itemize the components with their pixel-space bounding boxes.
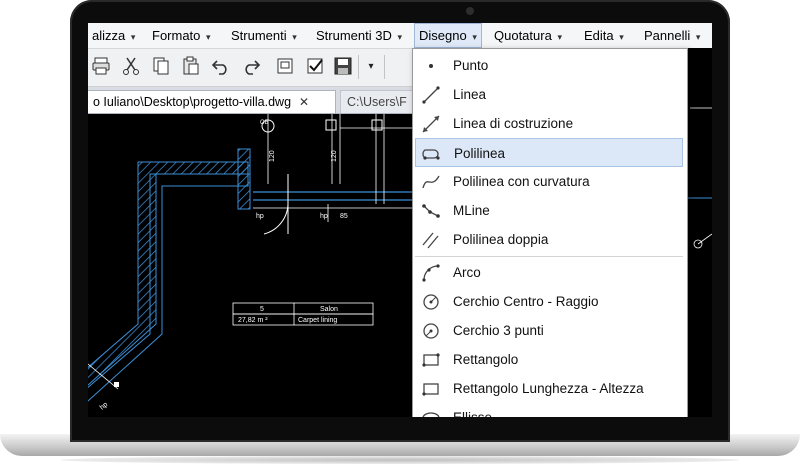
menu-item-label: Cerchio Centro - Raggio — [453, 294, 599, 309]
menu-item-label: Polilinea con curvatura — [453, 174, 590, 189]
construction-line-icon — [422, 115, 440, 133]
menu-item-polilinea-con-curvatura[interactable]: Polilinea con curvatura — [413, 167, 687, 196]
menu-item-label: Polilinea doppia — [453, 232, 549, 247]
menu-item-label: Arco — [453, 265, 481, 280]
room-area: 27,82 m ² — [238, 317, 268, 324]
screen: alizza ▾ Formato ▾ Strumenti ▾ Strumenti… — [88, 23, 712, 417]
menu-bar: alizza ▾ Formato ▾ Strumenti ▾ Strumenti… — [88, 23, 712, 49]
laptop-shadow — [60, 456, 740, 464]
circle-3-points-icon — [423, 323, 439, 339]
menu-item-label: Rettangolo Lunghezza - Altezza — [453, 381, 644, 396]
menu-item-ellisse[interactable]: Ellisse — [413, 403, 687, 417]
menu-strumenti[interactable]: Strumenti ▾ — [227, 23, 301, 48]
menu-item-punto[interactable]: Punto — [413, 51, 687, 80]
undo-icon[interactable] — [210, 56, 232, 78]
mline-icon — [422, 204, 440, 218]
label-hp: hp — [99, 401, 110, 411]
rectangle-icon — [422, 353, 440, 367]
line-icon — [422, 86, 440, 104]
point-icon — [429, 64, 433, 68]
copy-icon[interactable] — [150, 56, 172, 78]
room-name: Salon — [320, 306, 338, 313]
menu-disegno[interactable]: Disegno ▾ — [414, 23, 482, 48]
label-ob: OB — [260, 120, 269, 126]
dropdown-icon[interactable]: ▾ — [360, 56, 382, 78]
toolbar-separator — [384, 55, 385, 79]
rectangle-length-height-icon — [422, 383, 439, 396]
canvas-right-area — [686, 48, 712, 417]
menu-strumenti-3d[interactable]: Strumenti 3D ▾ — [312, 23, 406, 48]
menu-analizza[interactable]: alizza ▾ — [88, 23, 139, 48]
arc-icon — [422, 264, 440, 282]
room-number: 5 — [260, 306, 264, 313]
menu-edita[interactable]: Edita ▾ — [580, 23, 628, 48]
checkbox-icon[interactable] — [304, 56, 326, 78]
print-icon[interactable] — [90, 56, 112, 78]
menu-item-polilinea[interactable]: Polilinea — [415, 138, 683, 167]
tab-second-document[interactable]: C:\Users\F — [340, 90, 420, 113]
circle-center-radius-icon — [423, 294, 439, 310]
paste-icon[interactable] — [180, 56, 202, 78]
menu-item-rettangolo[interactable]: Rettangolo — [413, 345, 687, 374]
double-polyline-icon — [422, 232, 439, 249]
label-85: 85 — [340, 213, 348, 220]
menu-pannelli[interactable]: Pannelli ▾ — [640, 23, 704, 48]
menu-quotatura[interactable]: Quotatura ▾ — [490, 23, 566, 48]
menu-item-polilinea-doppia[interactable]: Polilinea doppia — [413, 225, 687, 254]
menu-item-linea[interactable]: Linea — [413, 80, 687, 109]
room-floor: Carpet lining — [298, 317, 337, 324]
label-120: 120 — [269, 150, 276, 162]
polyline-icon — [422, 149, 440, 160]
menu-item-mline[interactable]: MLine — [413, 196, 687, 225]
redo-icon[interactable] — [240, 56, 262, 78]
curved-polyline-icon — [422, 175, 440, 189]
label-hp: hp — [320, 213, 328, 220]
menu-item-label: Polilinea — [454, 146, 506, 161]
menu-item-cerchio-centro-raggio[interactable]: Cerchio Centro - Raggio — [413, 287, 687, 316]
menu-item-label: Punto — [453, 58, 489, 73]
ellipse-icon — [422, 412, 440, 417]
menu-item-cerchio-3-punti[interactable]: Cerchio 3 punti — [413, 316, 687, 345]
close-icon[interactable]: ✕ — [299, 95, 309, 109]
menu-item-linea-di-costruzione[interactable]: Linea di costruzione — [413, 109, 687, 138]
menu-item-label: Rettangolo — [453, 352, 519, 367]
camera — [466, 7, 474, 15]
menu-item-label: MLine — [453, 203, 490, 218]
save-icon[interactable] — [332, 56, 354, 78]
right-drawing-fragment — [686, 107, 712, 249]
menu-item-label: Linea — [453, 87, 487, 102]
menu-item-label: Cerchio 3 punti — [453, 323, 544, 338]
label-hp: hp — [256, 213, 264, 220]
properties-icon[interactable] — [274, 56, 296, 78]
disegno-dropdown-menu: Punto Linea Linea di costruzione Polilin… — [412, 48, 688, 417]
menu-separator — [415, 256, 683, 257]
cut-icon[interactable] — [120, 56, 142, 78]
tab-progetto-villa[interactable]: o Iuliano\Desktop\progetto-villa.dwg ✕ — [88, 90, 336, 113]
label-120: 120 — [331, 150, 338, 162]
toolbar-separator — [358, 55, 359, 79]
menu-formato[interactable]: Formato ▾ — [148, 23, 215, 48]
menu-item-label: Linea di costruzione — [453, 116, 574, 131]
menu-item-arco[interactable]: Arco — [413, 258, 687, 287]
menu-item-label: Ellisse — [453, 403, 492, 417]
menu-item-rettangolo-lunghezza-altezza[interactable]: Rettangolo Lunghezza - Altezza — [413, 374, 687, 403]
